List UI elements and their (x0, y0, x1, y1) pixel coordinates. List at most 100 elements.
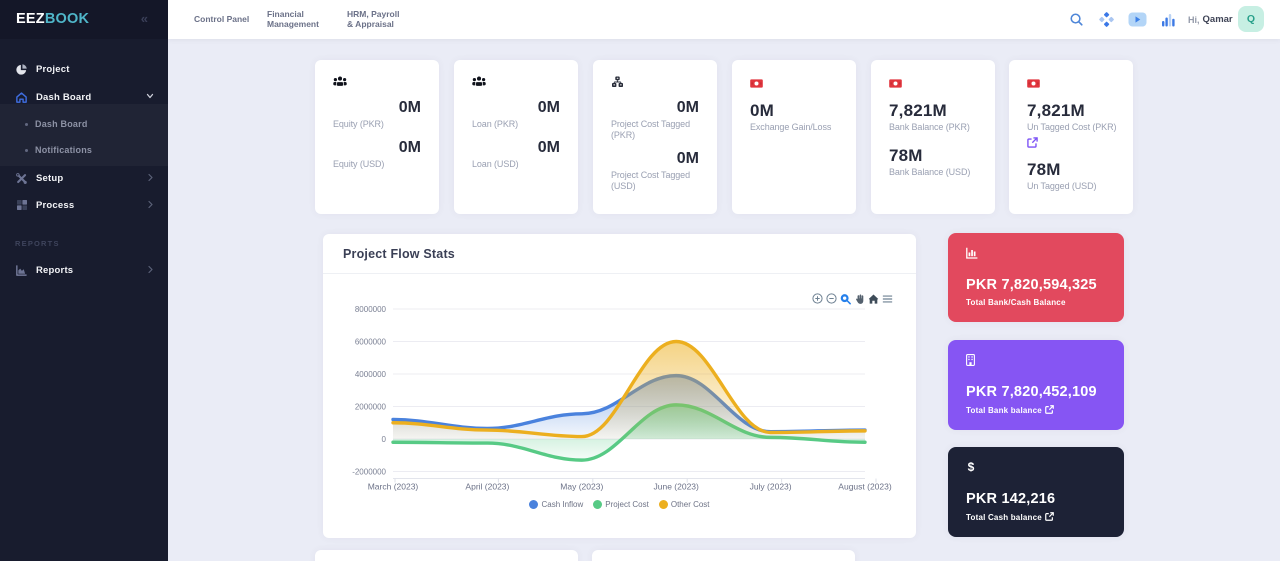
avatar-initial: Q (1247, 13, 1255, 25)
sidebar-subitem-dash-board[interactable]: Dash Board (0, 111, 168, 137)
external-link-icon[interactable] (1045, 405, 1054, 416)
bullet-icon (25, 149, 28, 152)
summary-value: PKR 7,820,594,325 (966, 277, 1106, 293)
chart-column-icon (966, 246, 1106, 258)
menu-icon[interactable] (882, 292, 893, 305)
sidebar-item-label: Dash Board (36, 92, 91, 103)
nav-link-control-panel[interactable]: Control Panel (194, 0, 250, 39)
y-axis-labels: 80000006000000400000020000000-2000000 (352, 305, 386, 477)
stat-row: 0M Equity (USD) (333, 140, 421, 170)
project-flow-stats-card: Project Flow Stats 800000060000004000000… (323, 234, 916, 538)
summary-card-total-bank-cash-balance[interactable]: PKR 7,820,594,325 Total Bank/Cash Balanc… (948, 233, 1124, 322)
summary-card-total-cash-balance[interactable]: $ PKR 142,216 Total Cash balance (948, 447, 1124, 537)
stat-row: 78M Un Tagged (USD) (1027, 161, 1115, 192)
external-link-icon[interactable] (1045, 512, 1054, 523)
svg-text:0: 0 (382, 435, 387, 444)
stat-label: Project Cost Tagged (PKR) (611, 119, 707, 141)
sidebar-item-label: Setup (36, 173, 63, 184)
username: Qamar (1203, 14, 1233, 25)
legend-dot (529, 500, 538, 509)
chart-card-header: Project Flow Stats (323, 234, 916, 274)
zoom-in-icon[interactable] (812, 292, 823, 305)
chevron-right-icon (147, 200, 154, 211)
stat-value: 78M (889, 147, 977, 164)
stat-card: 0M Loan (PKR) 0M Loan (USD) (454, 60, 578, 214)
legend-label: Other Cost (671, 500, 710, 509)
sidebar-item-process[interactable]: Process (0, 192, 168, 218)
greeting-prefix: Hi, (1188, 15, 1200, 25)
legend-dot (593, 500, 602, 509)
sidebar-item-label: Reports (36, 265, 73, 276)
stat-row: 0M Project Cost Tagged (USD) (611, 151, 699, 192)
diamonds-icon[interactable] (1099, 0, 1114, 39)
stat-value: 0M (333, 100, 421, 116)
legend-label: Cash Inflow (541, 500, 583, 509)
nav-link-hrm-payroll-appraisal[interactable]: HRM, Payroll & Appraisal (347, 0, 403, 39)
stat-label: Loan (USD) (472, 159, 568, 170)
sidebar-item-reports[interactable]: Reports (0, 257, 168, 283)
zoom-out-icon[interactable] (826, 292, 837, 305)
svg-text:July (2023): July (2023) (750, 482, 792, 492)
svg-text:8000000: 8000000 (355, 305, 387, 314)
stat-value: 78M (1027, 161, 1115, 178)
nav-link-label: HRM, Payroll & Appraisal (347, 10, 403, 29)
svg-text:August (2023): August (2023) (838, 482, 892, 492)
play-icon[interactable] (1128, 0, 1147, 39)
stat-label: Equity (USD) (333, 159, 429, 170)
stat-label: Exchange Gain/Loss (750, 122, 846, 133)
summary-card-total-bank-balance[interactable]: PKR 7,820,452,109 Total Bank balance (948, 340, 1124, 430)
nav-link-financial-management[interactable]: Financial Management (267, 0, 331, 39)
svg-text:-2000000: -2000000 (352, 467, 386, 476)
user-greeting: Hi, Qamar (1188, 0, 1233, 39)
users-icon (333, 75, 421, 88)
selection-zoom-icon[interactable] (840, 292, 851, 305)
stat-row: 0M Equity (PKR) (333, 100, 421, 130)
squares-icon (15, 199, 28, 212)
reset-home-icon[interactable] (868, 292, 879, 305)
stat-row: 78M Bank Balance (USD) (889, 147, 977, 178)
bullet-icon (25, 123, 28, 126)
stat-label: Un Tagged Cost (PKR) (1027, 122, 1123, 133)
nav-link-label: Control Panel (194, 15, 249, 25)
stat-row: 7,821M Un Tagged Cost (PKR) (1027, 102, 1115, 146)
stat-value: 7,821M (1027, 102, 1115, 119)
partial-card (592, 550, 855, 561)
stat-value: 0M (472, 100, 560, 116)
legend-item-project-cost[interactable]: Project Cost (593, 500, 649, 509)
stat-value: 0M (750, 102, 838, 119)
external-link-icon[interactable] (1027, 135, 1115, 146)
money-icon (750, 75, 838, 88)
sidebar-subitem-label: Dash Board (35, 119, 88, 129)
stat-row: 0M Exchange Gain/Loss (750, 102, 838, 133)
legend-item-cash-inflow[interactable]: Cash Inflow (529, 500, 583, 509)
area-chart[interactable]: 80000006000000400000020000000-2000000Mar… (330, 292, 910, 498)
report-chart-icon (15, 264, 28, 277)
sidebar-item-project[interactable]: Project (0, 56, 168, 82)
stat-card: 7,821M Bank Balance (PKR) 78M Bank Balan… (871, 60, 995, 214)
stat-value: 7,821M (889, 102, 977, 119)
chevron-right-icon (147, 173, 154, 184)
sidebar-menu: Project Dash Board Setup ProcessREPORTS … (0, 0, 168, 561)
stat-card: 7,821M Un Tagged Cost (PKR) 78M Un Tagge… (1009, 60, 1133, 214)
svg-text:June (2023): June (2023) (654, 482, 700, 492)
summary-label: Total Bank/Cash Balance (966, 298, 1106, 307)
stat-value: 0M (472, 140, 560, 156)
sidebar-section-label: REPORTS (15, 239, 60, 248)
stat-label: Loan (PKR) (472, 119, 568, 130)
summary-value: PKR 142,216 (966, 491, 1106, 507)
legend-item-other-cost[interactable]: Other Cost (659, 500, 710, 509)
sidebar-item-setup[interactable]: Setup (0, 165, 168, 191)
stat-label: Equity (PKR) (333, 119, 429, 130)
chevron-down-icon (146, 92, 154, 102)
avatar[interactable]: Q (1238, 6, 1264, 32)
bars-icon[interactable] (1161, 0, 1175, 39)
pan-icon[interactable] (854, 292, 865, 305)
chart-toolbar (812, 292, 893, 305)
svg-text:$: $ (968, 460, 975, 473)
sidebar-subitem-label: Notifications (35, 145, 92, 155)
search-icon[interactable] (1069, 0, 1084, 39)
legend-dot (659, 500, 668, 509)
sidebar-subitem-notifications[interactable]: Notifications (0, 137, 168, 163)
money-icon (889, 75, 977, 88)
svg-text:2000000: 2000000 (355, 402, 387, 411)
